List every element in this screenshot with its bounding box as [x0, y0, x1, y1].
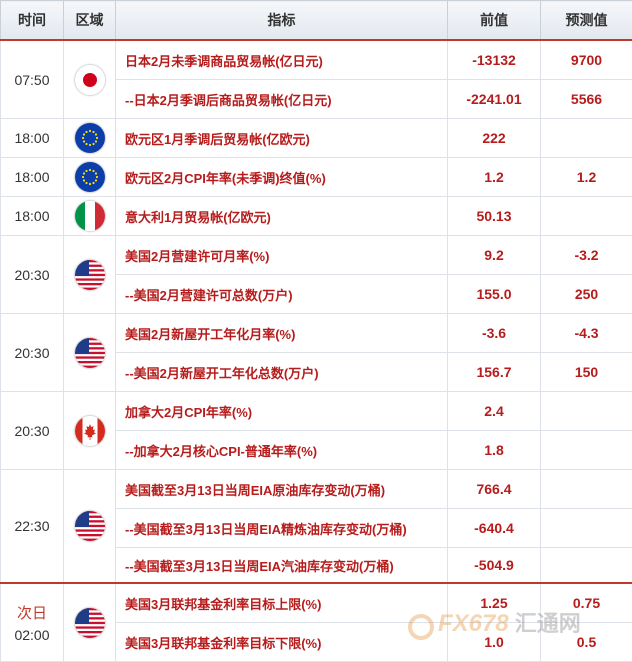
previous-value: -2241.01 — [448, 80, 541, 119]
time-cell: 18:00 — [1, 158, 64, 197]
indicator-cell: 欧元区2月CPI年率(未季调)终值(%) — [116, 158, 448, 197]
forecast-value: -3.2 — [541, 236, 632, 275]
indicator-cell: 美国截至3月13日当周EIA原油库存变动(万桶) — [116, 470, 448, 509]
indicator-cell: --美国截至3月13日当周EIA汽油库存变动(万桶) — [116, 548, 448, 584]
previous-value: 2.4 — [448, 392, 541, 431]
usa-flag-icon — [75, 260, 105, 290]
table-row: 18:00 意大利1月贸易帐(亿欧元) 50.13 — [1, 197, 632, 236]
indicator-cell: --加拿大2月核心CPI-普通年率(%) — [116, 431, 448, 470]
indicator-cell: 美国2月营建许可月率(%) — [116, 236, 448, 275]
italy-flag-icon — [75, 201, 105, 231]
forecast-value: 5566 — [541, 80, 632, 119]
table-row: 20:30 美国2月新屋开工年化月率(%) -3.6 -4.3 — [1, 314, 632, 353]
previous-value: 1.2 — [448, 158, 541, 197]
indicator-cell: 意大利1月贸易帐(亿欧元) — [116, 197, 448, 236]
indicator-cell: 美国3月联邦基金利率目标上限(%) — [116, 583, 448, 623]
time-cell: 18:00 — [1, 197, 64, 236]
usa-flag-icon — [75, 511, 105, 541]
japan-flag-icon — [75, 65, 105, 95]
indicator-cell: --日本2月季调后商品贸易帐(亿日元) — [116, 80, 448, 119]
economic-calendar-table: 时间 区域 指标 前值 预测值 07:50 日本2月未季调商品贸易帐(亿日元) … — [0, 0, 632, 662]
usa-flag-icon — [75, 338, 105, 368]
time-cell: 次日 02:00 — [1, 583, 64, 662]
forecast-value: -4.3 — [541, 314, 632, 353]
forecast-value — [541, 509, 632, 548]
indicator-cell: --美国2月新屋开工年化总数(万户) — [116, 353, 448, 392]
previous-value: 155.0 — [448, 275, 541, 314]
header-previous: 前值 — [448, 1, 541, 41]
previous-value: 766.4 — [448, 470, 541, 509]
forecast-value: 0.5 — [541, 623, 632, 662]
forecast-value: 1.2 — [541, 158, 632, 197]
previous-value: 1.25 — [448, 583, 541, 623]
forecast-value — [541, 548, 632, 584]
table-row: 22:30 美国截至3月13日当周EIA原油库存变动(万桶) 766.4 — [1, 470, 632, 509]
forecast-value — [541, 431, 632, 470]
indicator-cell: --美国2月营建许可总数(万户) — [116, 275, 448, 314]
next-day-label: 次日 — [1, 602, 63, 623]
table-row: 20:30 美国2月营建许可月率(%) 9.2 -3.2 — [1, 236, 632, 275]
previous-value: -3.6 — [448, 314, 541, 353]
indicator-cell: 美国2月新屋开工年化月率(%) — [116, 314, 448, 353]
indicator-cell: 加拿大2月CPI年率(%) — [116, 392, 448, 431]
previous-value: 9.2 — [448, 236, 541, 275]
time-cell: 18:00 — [1, 119, 64, 158]
indicator-cell: 日本2月未季调商品贸易帐(亿日元) — [116, 40, 448, 80]
table-row: 次日 02:00 美国3月联邦基金利率目标上限(%) 1.25 0.75 — [1, 583, 632, 623]
previous-value: -13132 — [448, 40, 541, 80]
forecast-value — [541, 197, 632, 236]
forecast-value: 0.75 — [541, 583, 632, 623]
header-indicator: 指标 — [116, 1, 448, 41]
header-time: 时间 — [1, 1, 64, 41]
table-row: 20:30 加拿大2月CPI年率(%) 2.4 — [1, 392, 632, 431]
usa-flag-icon — [75, 608, 105, 638]
previous-value: 1.8 — [448, 431, 541, 470]
header-region: 区域 — [64, 1, 116, 41]
eu-flag-icon — [75, 123, 105, 153]
time-value: 02:00 — [1, 627, 63, 643]
previous-value: -504.9 — [448, 548, 541, 584]
previous-value: -640.4 — [448, 509, 541, 548]
previous-value: 222 — [448, 119, 541, 158]
time-cell: 20:30 — [1, 236, 64, 314]
forecast-value — [541, 470, 632, 509]
table-row: 18:00 欧元区1月季调后贸易帐(亿欧元) 222 — [1, 119, 632, 158]
forecast-value: 9700 — [541, 40, 632, 80]
forecast-value — [541, 119, 632, 158]
forecast-value — [541, 392, 632, 431]
forecast-value: 250 — [541, 275, 632, 314]
previous-value: 50.13 — [448, 197, 541, 236]
indicator-cell: 欧元区1月季调后贸易帐(亿欧元) — [116, 119, 448, 158]
indicator-cell: --美国截至3月13日当周EIA精炼油库存变动(万桶) — [116, 509, 448, 548]
indicator-cell: 美国3月联邦基金利率目标下限(%) — [116, 623, 448, 662]
header-forecast: 预测值 — [541, 1, 632, 41]
table-row: 07:50 日本2月未季调商品贸易帐(亿日元) -13132 9700 — [1, 40, 632, 80]
table-row: 18:00 欧元区2月CPI年率(未季调)终值(%) 1.2 1.2 — [1, 158, 632, 197]
time-cell: 22:30 — [1, 470, 64, 584]
previous-value: 1.0 — [448, 623, 541, 662]
time-cell: 20:30 — [1, 314, 64, 392]
time-cell: 07:50 — [1, 40, 64, 119]
time-cell: 20:30 — [1, 392, 64, 470]
canada-flag-icon — [75, 416, 105, 446]
table-header-row: 时间 区域 指标 前值 预测值 — [1, 1, 632, 41]
eu-flag-icon — [75, 162, 105, 192]
previous-value: 156.7 — [448, 353, 541, 392]
forecast-value: 150 — [541, 353, 632, 392]
